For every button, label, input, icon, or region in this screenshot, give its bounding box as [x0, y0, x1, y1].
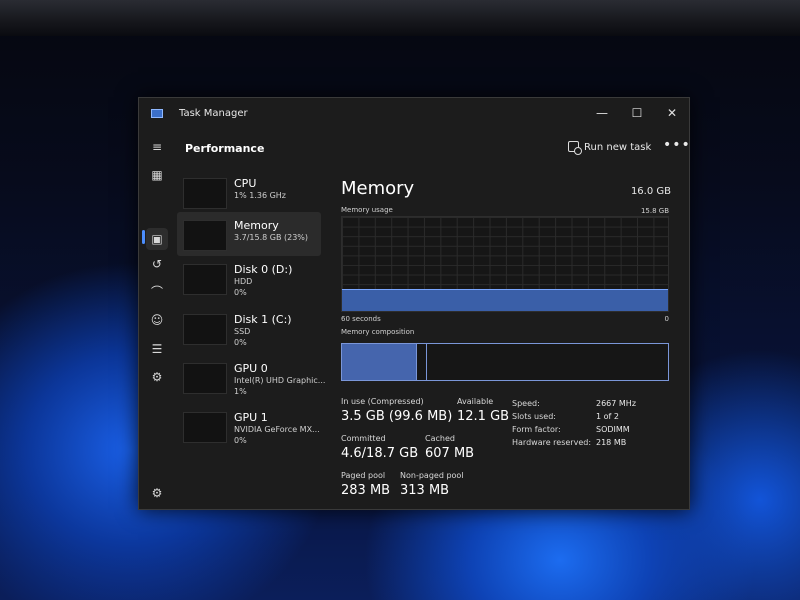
- memory-composition-bar: [341, 343, 669, 381]
- hamburger-icon[interactable]: ≡: [148, 138, 166, 156]
- performance-icon[interactable]: ▣: [146, 228, 168, 250]
- device-name: Memory: [234, 219, 279, 232]
- non-paged-pool-label: Non-paged pool: [400, 471, 464, 480]
- hardware-reserved-value: 218 MB: [596, 438, 627, 447]
- device-name: Disk 1 (C:): [234, 313, 292, 326]
- device-item-cpu[interactable]: CPU 1% 1.36 GHz: [177, 170, 321, 214]
- device-detail: HDD: [234, 277, 253, 286]
- close-button[interactable]: ✕: [661, 103, 683, 123]
- device-item-disk-1[interactable]: Disk 1 (C:) SSD 0%: [177, 306, 321, 350]
- non-paged-pool-value: 313 MB: [400, 483, 450, 498]
- device-detail: Intel(R) UHD Graphic...: [234, 376, 326, 385]
- device-name: GPU 0: [234, 362, 268, 375]
- gpu0-thumbnail-graph: [183, 363, 227, 394]
- disk0-thumbnail-graph: [183, 264, 227, 295]
- hardware-reserved-label: Hardware reserved:: [512, 438, 592, 447]
- app-history-icon[interactable]: ↺: [148, 255, 166, 273]
- form-factor-value: SODIMM: [596, 425, 630, 434]
- device-item-memory[interactable]: Memory 3.7/15.8 GB (23%): [177, 212, 321, 256]
- device-name: GPU 1: [234, 411, 268, 424]
- device-percent: 0%: [234, 436, 247, 445]
- memory-composition-label: Memory composition: [341, 328, 415, 336]
- gpu1-thumbnail-graph: [183, 412, 227, 443]
- minimize-button[interactable]: —: [591, 103, 613, 123]
- more-options-button[interactable]: •••: [663, 137, 691, 153]
- memory-title: Memory: [341, 178, 415, 199]
- memory-usage-graph: [341, 216, 669, 312]
- disk1-thumbnail-graph: [183, 314, 227, 345]
- active-indicator: [142, 230, 145, 244]
- memory-usage-fill: [342, 289, 668, 311]
- time-end-label: 0: [664, 315, 669, 323]
- memory-total: 16.0 GB: [630, 186, 671, 197]
- available-label: Available: [457, 397, 494, 406]
- committed-label: Committed: [341, 434, 386, 443]
- device-item-gpu-1[interactable]: GPU 1 NVIDIA GeForce MX... 0%: [177, 404, 321, 448]
- task-manager-window: Task Manager — ☐ ✕ ≡ ▦ ▣ ↺ ⌒ ☺ ☰ ⚙ ⚙ Per…: [138, 97, 690, 510]
- available-value: 12.1 GB: [457, 409, 510, 424]
- maximize-button[interactable]: ☐: [626, 103, 648, 123]
- cached-label: Cached: [425, 434, 455, 443]
- device-detail: 3.7/15.8 GB (23%): [234, 233, 309, 242]
- device-detail: SSD: [234, 327, 251, 336]
- nav-sidebar: ≡ ▦ ▣ ↺ ⌒ ☺ ☰ ⚙ ⚙: [139, 130, 175, 510]
- device-list: CPU 1% 1.36 GHz Memory 3.7/15.8 GB (23%)…: [175, 170, 325, 510]
- in-use-value: 3.5 GB (99.6 MB): [341, 409, 453, 424]
- device-percent: 0%: [234, 288, 247, 297]
- device-item-gpu-0[interactable]: GPU 0 Intel(R) UHD Graphic... 1%: [177, 355, 325, 399]
- services-icon[interactable]: ⚙: [148, 368, 166, 386]
- device-name: Disk 0 (D:): [234, 263, 293, 276]
- title-bar[interactable]: Task Manager — ☐ ✕: [139, 98, 689, 130]
- speed-value: 2667 MHz: [596, 399, 637, 408]
- users-icon[interactable]: ☺: [148, 311, 166, 329]
- speed-label: Speed:: [512, 399, 540, 408]
- startup-apps-icon[interactable]: ⌒: [148, 283, 166, 301]
- monitor-bezel: [0, 0, 800, 36]
- run-new-task-label: Run new task: [584, 142, 652, 153]
- memory-usage-max: 15.8 GB: [640, 207, 669, 215]
- window-title: Task Manager: [179, 108, 248, 119]
- in-use-label: In use (Compressed): [341, 397, 424, 406]
- run-task-icon: [568, 141, 582, 155]
- device-percent: 1%: [234, 387, 247, 396]
- memory-usage-label: Memory usage: [341, 206, 393, 214]
- committed-value: 4.6/18.7 GB: [341, 446, 419, 461]
- slots-used-value: 1 of 2: [596, 412, 619, 421]
- paged-pool-label: Paged pool: [341, 471, 386, 480]
- device-detail: NVIDIA GeForce MX...: [234, 425, 320, 434]
- slots-used-label: Slots used:: [512, 412, 556, 421]
- memory-panel: Memory 16.0 GB Memory usage 15.8 GB 60 s…: [339, 170, 679, 510]
- page-title: Performance: [185, 142, 265, 155]
- cpu-thumbnail-graph: [183, 178, 227, 209]
- run-new-task-button[interactable]: Run new task: [568, 141, 652, 155]
- device-percent: 0%: [234, 338, 247, 347]
- composition-modified: [417, 344, 427, 380]
- device-detail: 1% 1.36 GHz: [234, 191, 287, 200]
- task-manager-app-icon: [151, 109, 163, 118]
- form-factor-label: Form factor:: [512, 425, 561, 434]
- page-header: Performance Run new task •••: [175, 130, 691, 168]
- paged-pool-value: 283 MB: [341, 483, 391, 498]
- memory-thumbnail-graph: [183, 220, 227, 251]
- composition-in-use: [342, 344, 417, 380]
- cached-value: 607 MB: [425, 446, 475, 461]
- details-icon[interactable]: ☰: [148, 340, 166, 358]
- processes-icon[interactable]: ▦: [148, 166, 166, 184]
- time-span-label: 60 seconds: [341, 315, 381, 323]
- device-item-disk-0[interactable]: Disk 0 (D:) HDD 0%: [177, 256, 321, 300]
- settings-icon[interactable]: ⚙: [148, 484, 166, 502]
- device-name: CPU: [234, 177, 257, 190]
